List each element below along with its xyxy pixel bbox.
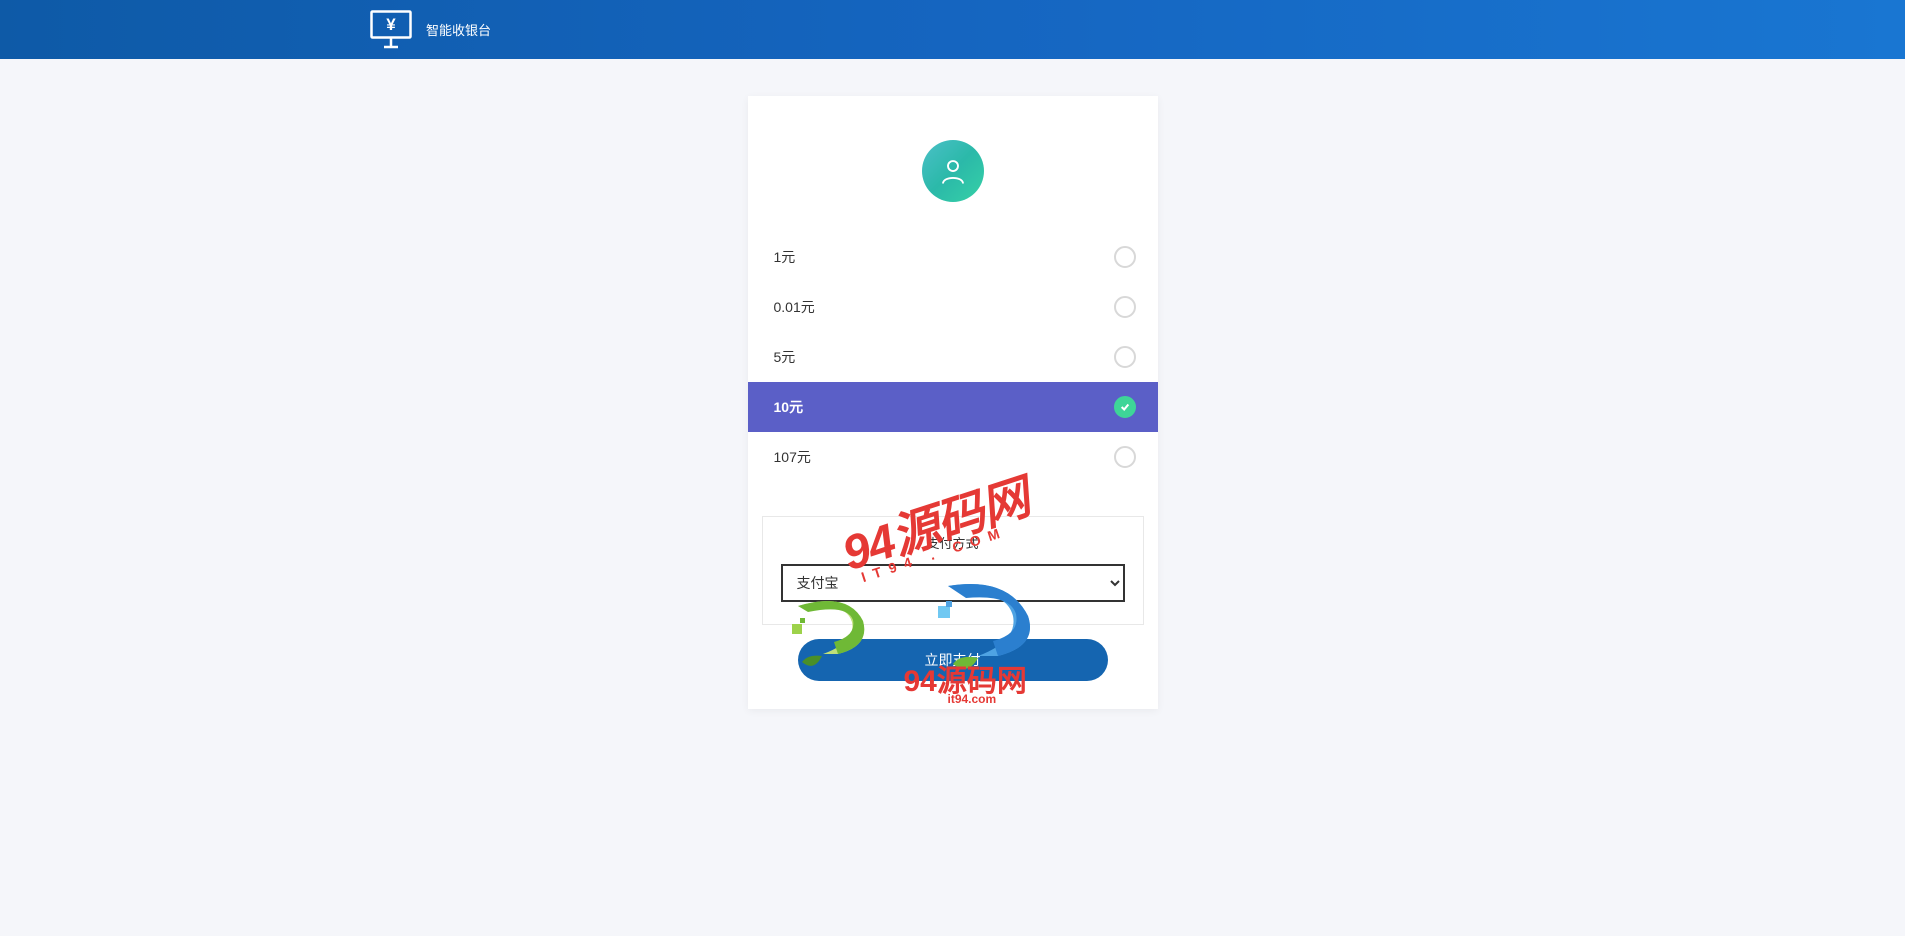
radio-unchecked-icon (1114, 296, 1136, 318)
amount-option-10[interactable]: 10元 (748, 382, 1158, 432)
main-container: 1元 0.01元 5元 10元 107元 支付 (0, 59, 1905, 709)
payment-method-box: 支付方式 支付宝 (762, 516, 1144, 625)
amount-label: 0.01元 (774, 297, 815, 317)
amount-list: 1元 0.01元 5元 10元 107元 (748, 232, 1158, 482)
amount-label: 5元 (774, 347, 796, 367)
pay-now-button[interactable]: 立即支付 (798, 639, 1108, 681)
amount-label: 10元 (774, 397, 804, 417)
avatar-wrapper (748, 140, 1158, 202)
yen-monitor-icon: ¥ (370, 10, 412, 50)
svg-text:¥: ¥ (386, 15, 396, 34)
submit-wrapper: 立即支付 (748, 625, 1158, 709)
amount-option-1[interactable]: 1元 (748, 232, 1158, 282)
radio-unchecked-icon (1114, 246, 1136, 268)
amount-option-0-01[interactable]: 0.01元 (748, 282, 1158, 332)
radio-unchecked-icon (1114, 346, 1136, 368)
amount-option-107[interactable]: 107元 (748, 432, 1158, 482)
logo-wrapper: ¥ 智能收银台 (370, 10, 491, 50)
app-title: 智能收银台 (426, 20, 491, 39)
amount-option-5[interactable]: 5元 (748, 332, 1158, 382)
user-avatar-icon (922, 140, 984, 202)
app-header: ¥ 智能收银台 (0, 0, 1905, 59)
payment-method-title: 支付方式 (781, 533, 1125, 552)
amount-label: 107元 (774, 447, 811, 467)
amount-label: 1元 (774, 247, 796, 267)
radio-checked-icon (1114, 396, 1136, 418)
radio-unchecked-icon (1114, 446, 1136, 468)
cashier-card: 1元 0.01元 5元 10元 107元 支付 (748, 96, 1158, 709)
payment-method-select[interactable]: 支付宝 (781, 564, 1125, 602)
